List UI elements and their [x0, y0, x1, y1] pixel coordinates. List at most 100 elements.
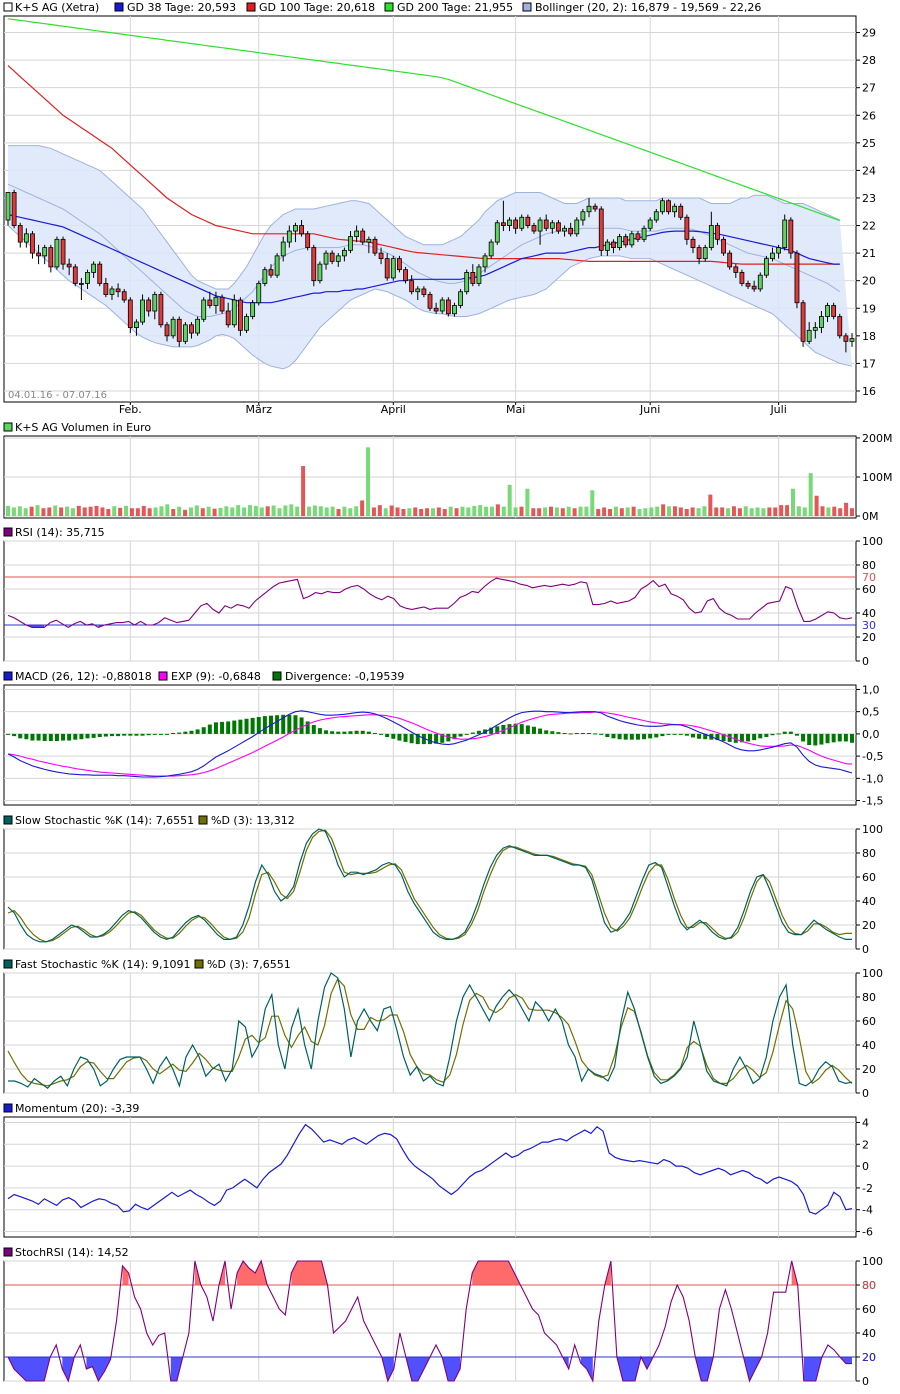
candle-body [525, 216, 531, 226]
candle-body [653, 211, 659, 221]
volume-bar [678, 507, 683, 517]
volume-bar [188, 507, 193, 517]
volume-bar [212, 508, 217, 517]
candle-body [684, 216, 690, 240]
legend-gd38: GD 38 Tage: 20,593 [127, 1, 236, 14]
divergence-bar [207, 724, 212, 734]
candle-body [397, 258, 402, 271]
candle-body [91, 263, 97, 273]
volume-bar [631, 506, 636, 517]
month-label: Mai [506, 403, 525, 416]
divergence-bar [42, 733, 47, 741]
divergence-bar [317, 728, 322, 734]
y-tick-label: 21 [862, 247, 876, 260]
candle-body [427, 294, 433, 309]
volume-bar [714, 507, 719, 517]
candle-body [721, 238, 726, 254]
candle-body [611, 241, 616, 248]
candle-body [17, 225, 23, 243]
divergence-bar [366, 731, 371, 734]
candle-body [384, 258, 390, 279]
y-tick-label: 20 [862, 631, 876, 644]
slow-stochastic-plot-area [3, 828, 857, 950]
divergence-bar [813, 733, 818, 746]
volume-bar [726, 508, 731, 517]
candle-body [335, 255, 341, 262]
volume-bar [147, 508, 152, 517]
volume-bar [153, 507, 158, 517]
volume-bar [59, 507, 64, 517]
volume-bar [749, 508, 754, 517]
candle-body [819, 316, 824, 328]
volume-bar [501, 506, 506, 517]
candle-body [23, 233, 29, 243]
legend-kplus: K+S AG (Xetra) [15, 1, 99, 14]
date-range: 04.01.16 - 07.07.16 [8, 390, 107, 401]
volume-bar [761, 508, 766, 517]
candle-body [543, 219, 549, 229]
candle-body [323, 252, 329, 265]
y-tick-label: 60 [862, 871, 876, 884]
divergence-bar [79, 733, 84, 740]
y-tick-label: 100 [862, 1255, 883, 1268]
slow-stochastic-y-axis: 100 80 60 40 20 0 [856, 823, 883, 956]
divergence-bar [48, 733, 53, 741]
volume-bar [643, 508, 648, 517]
candle-body [213, 296, 219, 306]
rsi-plot-area [3, 540, 857, 662]
candle-body [763, 258, 769, 276]
candle-body [812, 327, 818, 331]
legend-divergence: Divergence: -0,19539 [285, 670, 404, 683]
divergence-bar [690, 733, 695, 738]
volume-bar [171, 509, 176, 517]
volume-bar [743, 506, 748, 517]
divergence-bar [642, 733, 647, 740]
candle-body [78, 283, 84, 285]
divergence-bar [116, 733, 121, 737]
legend-momentum: Momentum (20): -3,39 [15, 1102, 139, 1115]
candle-body [592, 205, 598, 210]
candle-body [586, 205, 592, 213]
divergence-bar [12, 733, 17, 737]
volume-bar [448, 506, 453, 517]
volume-bar [88, 506, 93, 517]
candle-body [378, 252, 384, 260]
volume-bar [330, 506, 335, 517]
volume-bar [366, 447, 371, 517]
volume-y-axis: 200M 100M 0M [856, 432, 893, 523]
divergence-bar [666, 733, 671, 735]
candle-body [293, 225, 298, 232]
y-tick-label: 16 [862, 385, 876, 398]
volume-bar [637, 509, 642, 517]
candle-body [702, 247, 708, 260]
divergence-bar [770, 733, 775, 736]
divergence-bar [299, 717, 304, 734]
divergence-bar [660, 733, 665, 737]
divergence-bar [146, 733, 151, 736]
divergence-bar [556, 732, 561, 734]
volume-bar [70, 508, 75, 517]
divergence-bar [470, 732, 475, 734]
candle-body [366, 238, 372, 243]
divergence-bar [697, 733, 702, 739]
y-tick-label: 20 [862, 919, 876, 932]
volume-bar [649, 507, 654, 517]
y-tick-label: -2 [862, 1182, 873, 1195]
y-tick-label: 25 [862, 137, 876, 150]
candle-body [170, 318, 176, 337]
divergence-bar [519, 724, 524, 734]
candle-body [678, 205, 684, 218]
y-tick-label: 40 [862, 1327, 876, 1340]
divergence-bar [220, 721, 225, 734]
divergence-bar [801, 733, 806, 742]
divergence-bar [336, 731, 341, 734]
y-tick-label: 20 [862, 1063, 876, 1076]
y-tick-label: 29 [862, 27, 876, 40]
momentum-y-axis: 4 2 0 -2 -4 -6 [856, 1116, 873, 1239]
divergence-bar [262, 716, 267, 734]
legend-swatch-exp [158, 671, 168, 681]
volume-bar [265, 506, 270, 517]
y-tick-label: 100 [862, 823, 883, 836]
stochrsi-ref-label-80: 80 [862, 1279, 876, 1292]
volume-bar [183, 509, 188, 517]
